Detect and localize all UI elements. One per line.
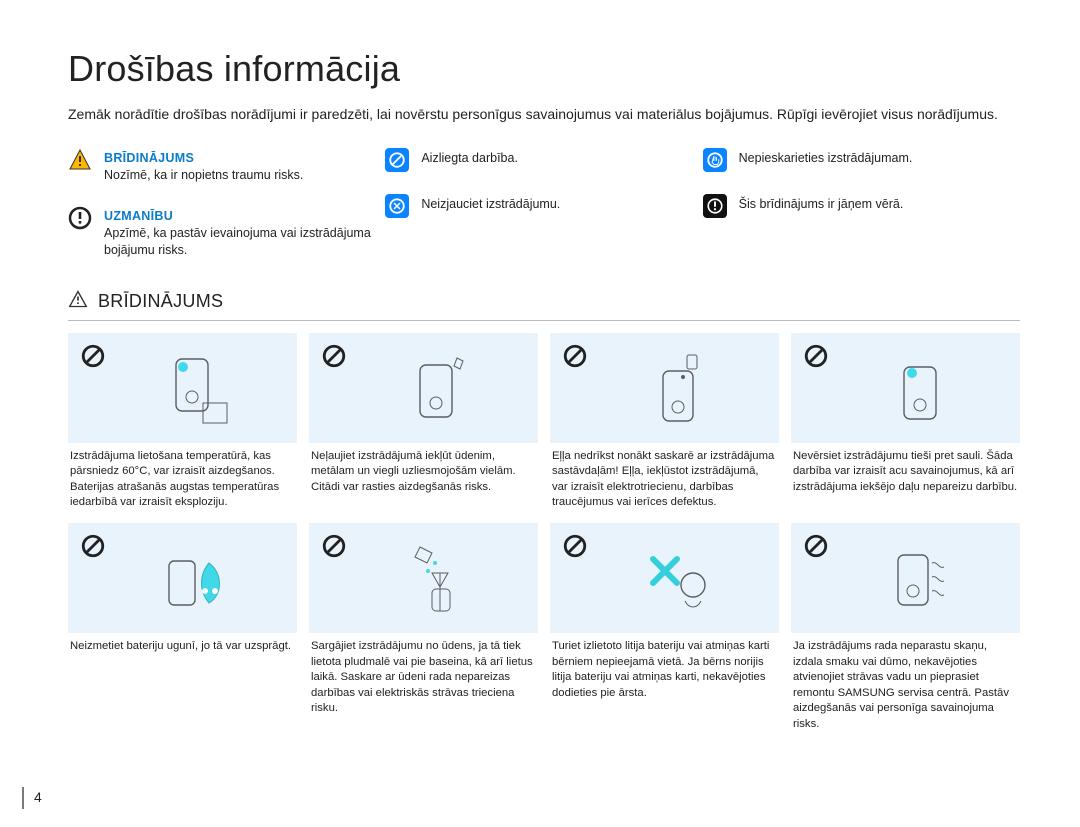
page-title: Drošības informācija — [68, 48, 1020, 90]
card-text: Sargājiet izstrādājumu no ūdens, ja tā t… — [309, 639, 538, 717]
prohibit-icon — [80, 533, 106, 564]
card-image — [550, 333, 779, 443]
page-number: 4 — [34, 789, 42, 805]
warning-row-2: Neizmetiet bateriju ugunī, jo tā var uzs… — [68, 523, 1020, 732]
card-heat: Izstrādājuma lietošana temperatūrā, kas … — [68, 333, 297, 511]
illustration — [829, 343, 1008, 443]
no-touch-icon — [703, 148, 727, 172]
illustration — [106, 533, 285, 633]
prohibited-icon — [385, 148, 409, 172]
card-image — [550, 523, 779, 633]
card-sunlight: Nevērsiet izstrādājumu tieši pret sauli.… — [791, 333, 1020, 511]
warning-triangle-icon — [68, 289, 88, 314]
legend: BRĪDINĀJUMS Nozīmē, ka ir nopietns traum… — [68, 148, 1020, 258]
card-image — [791, 333, 1020, 443]
legend-no-touch: Nepieskarieties izstrādājumam. — [703, 148, 1020, 172]
legend-prohibited: Aizliegta darbība. — [385, 148, 702, 172]
card-text: Neizmetiet bateriju ugunī, jo tā var uzs… — [68, 639, 297, 655]
legend-caution-text: UZMANĪBU Apzīmē, ka pastāv ievainojuma v… — [104, 206, 385, 259]
prohibit-icon — [562, 343, 588, 374]
card-text: Izstrādājuma lietošana temperatūrā, kas … — [68, 449, 297, 511]
legend-warning-text: BRĪDINĀJUMS Nozīmē, ka ir nopietns traum… — [104, 148, 303, 184]
observe-icon — [703, 194, 727, 218]
card-text: Eļļa nedrīkst nonākt saskarē ar izstrādā… — [550, 449, 779, 511]
legend-observe: Šis brīdinājums ir jāņem vērā. — [703, 194, 1020, 218]
card-beach-rain: Sargājiet izstrādājumu no ūdens, ja tā t… — [309, 523, 538, 732]
card-text: Neļaujiet izstrādājumā iekļūt ūdenim, me… — [309, 449, 538, 496]
intro-text: Zemāk norādītie drošības norādījumi ir p… — [68, 104, 1020, 124]
card-text: Ja izstrādājums rada neparastu skaņu, iz… — [791, 639, 1020, 732]
illustration — [106, 343, 285, 443]
illustration — [347, 533, 526, 633]
card-image — [68, 523, 297, 633]
card-image — [68, 333, 297, 443]
legend-caution-desc: Apzīmē, ka pastāv ievainojuma vai izstrā… — [104, 225, 385, 259]
warning-triangle-icon — [68, 148, 92, 172]
legend-col-3: Nepieskarieties izstrādājumam. Šis brīdi… — [703, 148, 1020, 258]
illustration — [829, 533, 1008, 633]
legend-warning-title: BRĪDINĀJUMS — [104, 150, 303, 167]
prohibit-icon — [803, 343, 829, 374]
legend-caution: UZMANĪBU Apzīmē, ka pastāv ievainojuma v… — [68, 206, 385, 259]
legend-prohibited-text: Aizliegta darbība. — [421, 148, 518, 167]
card-battery-fire: Neizmetiet bateriju ugunī, jo tā var uzs… — [68, 523, 297, 732]
legend-col-2: Aizliegta darbība. Neizjauciet izstrādāj… — [385, 148, 702, 258]
warning-row-1: Izstrādājuma lietošana temperatūrā, kas … — [68, 333, 1020, 511]
legend-col-1: BRĪDINĀJUMS Nozīmē, ka ir nopietns traum… — [68, 148, 385, 258]
card-oil: Eļļa nedrīkst nonākt saskarē ar izstrādā… — [550, 333, 779, 511]
prohibit-icon — [321, 533, 347, 564]
card-image — [791, 523, 1020, 633]
illustration — [588, 343, 767, 443]
legend-warning: BRĪDINĀJUMS Nozīmē, ka ir nopietns traum… — [68, 148, 385, 184]
legend-no-disassemble-text: Neizjauciet izstrādājumu. — [421, 194, 560, 213]
legend-observe-text: Šis brīdinājums ir jāņem vērā. — [739, 194, 904, 213]
card-water-metal: Neļaujiet izstrādājumā iekļūt ūdenim, me… — [309, 333, 538, 511]
illustration — [347, 343, 526, 443]
card-children: Turiet izlietoto litija bateriju vai atm… — [550, 523, 779, 732]
legend-caution-title: UZMANĪBU — [104, 208, 385, 225]
page: Drošības informācija Zemāk norādītie dro… — [0, 0, 1080, 827]
prohibit-icon — [562, 533, 588, 564]
prohibit-icon — [803, 533, 829, 564]
section-title: BRĪDINĀJUMS — [98, 291, 223, 312]
caution-circle-icon — [68, 206, 92, 230]
legend-no-disassemble: Neizjauciet izstrādājumu. — [385, 194, 702, 218]
section-header: BRĪDINĀJUMS — [68, 289, 1020, 321]
legend-warning-desc: Nozīmē, ka ir nopietns traumu risks. — [104, 167, 303, 184]
prohibit-icon — [80, 343, 106, 374]
no-disassemble-icon — [385, 194, 409, 218]
card-image — [309, 333, 538, 443]
illustration — [588, 533, 767, 633]
card-text: Nevērsiet izstrādājumu tieši pret sauli.… — [791, 449, 1020, 496]
card-image — [309, 523, 538, 633]
prohibit-icon — [321, 343, 347, 374]
legend-no-touch-text: Nepieskarieties izstrādājumam. — [739, 148, 913, 167]
card-text: Turiet izlietoto litija bateriju vai atm… — [550, 639, 779, 701]
card-smoke-noise: Ja izstrādājums rada neparastu skaņu, iz… — [791, 523, 1020, 732]
